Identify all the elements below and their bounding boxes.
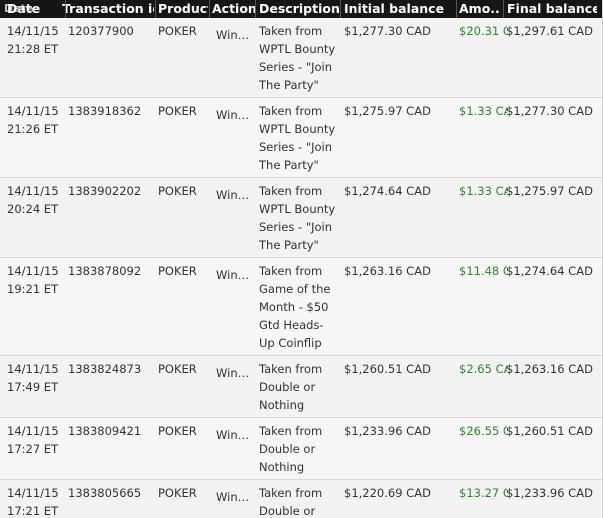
description-cell: Taken from Game of the Month - $50 Gtd H…	[259, 264, 331, 350]
action-cell: Winni...	[216, 188, 256, 202]
amount-cell: $20.31 CA	[459, 24, 507, 38]
transaction-id-cell: 120377900	[68, 24, 134, 38]
table-row[interactable]: 14/11/15 20:24 ET 1383902202 POKER Winni…	[0, 178, 602, 258]
date-text: 14/11/15	[7, 104, 59, 118]
transaction-id-cell: 1383902202	[68, 184, 142, 198]
initial-balance-cell: $1,274.64 CAD	[344, 184, 431, 198]
column-divider[interactable]	[209, 0, 210, 18]
action-cell: Winni...	[216, 490, 256, 504]
transaction-id-cell: 1383805665	[68, 486, 142, 500]
final-balance-cell: $1,297.61 CAD	[506, 24, 593, 38]
column-divider[interactable]	[503, 0, 504, 18]
amount-cell: $11.48 C	[459, 264, 507, 278]
time-text: 20:24 ET	[7, 202, 59, 216]
date-text: 14/11/15	[7, 362, 59, 376]
description-cell: Taken from WPTL Bounty Series - "Join Th…	[259, 184, 336, 252]
date-cell: 14/11/15 17:49 ET	[7, 360, 61, 396]
column-divider[interactable]	[65, 0, 66, 18]
date-cell: 14/11/15 21:28 ET	[7, 22, 61, 58]
action-cell: Winni...	[216, 268, 256, 282]
transaction-history-panel: Date Date Transaction id Product Action …	[0, 0, 603, 518]
header-description[interactable]: Description	[259, 1, 339, 17]
action-cell: Winni...	[216, 108, 256, 122]
action-cell: Winni...	[216, 366, 256, 380]
header-final-balance[interactable]: Final balance	[507, 1, 597, 17]
description-cell: Taken from Double or Nothing	[259, 424, 323, 474]
time-text: 21:26 ET	[7, 122, 59, 136]
column-divider[interactable]	[340, 0, 341, 18]
date-text: 14/11/15	[7, 184, 59, 198]
header-initial-balance[interactable]: Initial balance	[344, 1, 454, 17]
date-text: 14/11/15	[7, 264, 59, 278]
table-row[interactable]: 14/11/15 17:27 ET 1383809421 POKER Winni…	[0, 418, 602, 480]
time-text: 21:28 ET	[7, 42, 59, 56]
transaction-id-cell: 1383824873	[68, 362, 142, 376]
amount-cell: $26.55 C	[459, 424, 507, 438]
amount-cell: $13.27 C	[459, 486, 507, 500]
description-cell: Taken from WPTL Bounty Series - "Join Th…	[259, 24, 336, 92]
header-transaction-id[interactable]: Transaction id	[62, 1, 154, 17]
initial-balance-cell: $1,220.69 CAD	[344, 486, 431, 500]
date-cell: 14/11/15 21:26 ET	[7, 102, 61, 138]
time-text: 17:21 ET	[7, 504, 59, 518]
product-cell: POKER	[158, 264, 197, 278]
initial-balance-cell: $1,233.96 CAD	[344, 424, 431, 438]
table-row[interactable]: 14/11/15 21:28 ET 120377900 POKER Winni.…	[0, 18, 602, 98]
final-balance-cell: $1,233.96 CAD	[506, 486, 593, 500]
amount-cell: $2.65 CA	[459, 362, 507, 376]
description-cell: Taken from WPTL Bounty Series - "Join Th…	[259, 104, 336, 172]
time-text: 17:49 ET	[7, 380, 59, 394]
table-header: Date Date Transaction id Product Action …	[0, 0, 602, 18]
transaction-id-cell: 1383809421	[68, 424, 142, 438]
table-row[interactable]: 14/11/15 19:21 ET 1383878092 POKER Winni…	[0, 258, 602, 356]
product-cell: POKER	[158, 486, 197, 500]
time-text: 17:27 ET	[7, 442, 59, 456]
table-row[interactable]: 14/11/15 17:21 ET 1383805665 POKER Winni…	[0, 480, 602, 518]
initial-balance-cell: $1,260.51 CAD	[344, 362, 431, 376]
header-product[interactable]: Product	[158, 1, 208, 17]
final-balance-cell: $1,263.16 CAD	[506, 362, 593, 376]
column-divider[interactable]	[456, 0, 457, 18]
amount-cell: $1.33 CA	[459, 184, 507, 198]
initial-balance-cell: $1,277.30 CAD	[344, 24, 431, 38]
header-amount[interactable]: Amo...	[459, 1, 499, 17]
table-row[interactable]: 14/11/15 21:26 ET 1383918362 POKER Winni…	[0, 98, 602, 178]
action-cell: Winni...	[216, 428, 256, 442]
product-cell: POKER	[158, 24, 197, 38]
initial-balance-cell: $1,275.97 CAD	[344, 104, 431, 118]
final-balance-cell: $1,277.30 CAD	[506, 104, 593, 118]
column-divider[interactable]	[255, 0, 256, 18]
date-cell: 14/11/15 17:27 ET	[7, 422, 61, 458]
transaction-id-cell: 1383918362	[68, 104, 142, 118]
product-cell: POKER	[158, 362, 197, 376]
description-cell: Taken from Double or Nothing	[259, 362, 323, 412]
amount-cell: $1.33 CA	[459, 104, 507, 118]
date-text: 14/11/15	[7, 24, 59, 38]
final-balance-cell: $1,275.97 CAD	[506, 184, 593, 198]
column-divider[interactable]	[155, 0, 156, 18]
date-cell: 14/11/15 20:24 ET	[7, 182, 61, 218]
initial-balance-cell: $1,263.16 CAD	[344, 264, 431, 278]
time-text: 19:21 ET	[7, 282, 59, 296]
final-balance-cell: $1,260.51 CAD	[506, 424, 593, 438]
date-text: 14/11/15	[7, 424, 59, 438]
description-cell: Taken from Double or Nothing	[259, 486, 323, 518]
transaction-id-cell: 1383878092	[68, 264, 142, 278]
product-cell: POKER	[158, 104, 197, 118]
product-cell: POKER	[158, 424, 197, 438]
final-balance-cell: $1,274.64 CAD	[506, 264, 593, 278]
header-date[interactable]: Date	[7, 1, 63, 17]
header-action[interactable]: Action	[212, 1, 256, 17]
product-cell: POKER	[158, 184, 197, 198]
action-cell: Winni...	[216, 28, 256, 42]
date-cell: 14/11/15 17:21 ET	[7, 484, 61, 518]
date-text: 14/11/15	[7, 486, 59, 500]
table-row[interactable]: 14/11/15 17:49 ET 1383824873 POKER Winni…	[0, 356, 602, 418]
date-cell: 14/11/15 19:21 ET	[7, 262, 61, 298]
